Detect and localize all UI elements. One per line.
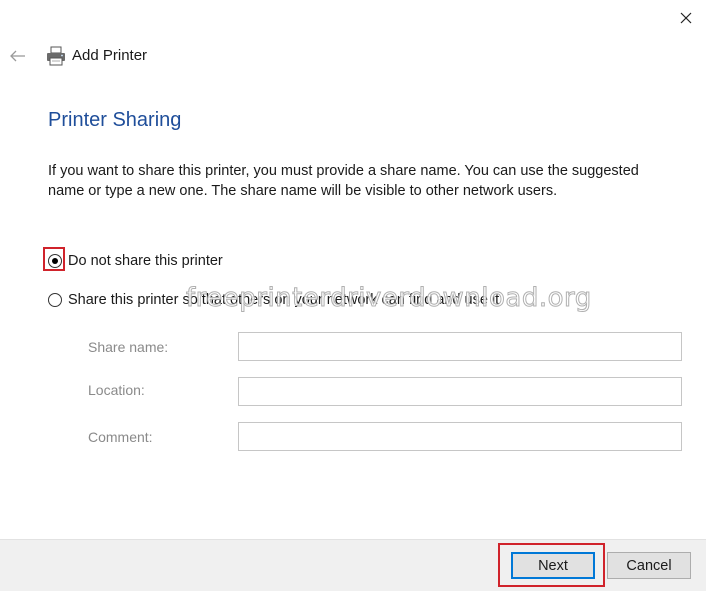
comment-label: Comment: xyxy=(88,429,153,445)
radio-no-share[interactable]: Do not share this printer xyxy=(48,253,223,269)
comment-input[interactable] xyxy=(238,422,682,451)
location-input[interactable] xyxy=(238,377,682,406)
back-arrow-icon xyxy=(10,50,25,62)
share-name-label: Share name: xyxy=(88,339,169,355)
next-button[interactable]: Next xyxy=(511,552,595,579)
share-name-input[interactable] xyxy=(238,332,682,361)
page-title: Printer Sharing xyxy=(48,109,182,131)
radio-share[interactable]: Share this printer so that others on you… xyxy=(48,292,499,308)
description-text: If you want to share this printer, you m… xyxy=(48,163,639,199)
radio-no-share-label: Do not share this printer xyxy=(68,253,223,269)
radio-share-button[interactable] xyxy=(48,293,62,307)
window-title: Add Printer xyxy=(72,47,148,64)
radio-share-label: Share this printer so that others on you… xyxy=(68,292,500,308)
radio-no-share-button[interactable] xyxy=(48,254,62,268)
close-icon xyxy=(680,12,692,24)
location-label: Location: xyxy=(88,382,145,398)
close-button[interactable] xyxy=(672,4,700,32)
back-button[interactable] xyxy=(6,44,30,68)
cancel-button[interactable]: Cancel xyxy=(607,552,691,579)
printer-icon xyxy=(45,45,67,67)
